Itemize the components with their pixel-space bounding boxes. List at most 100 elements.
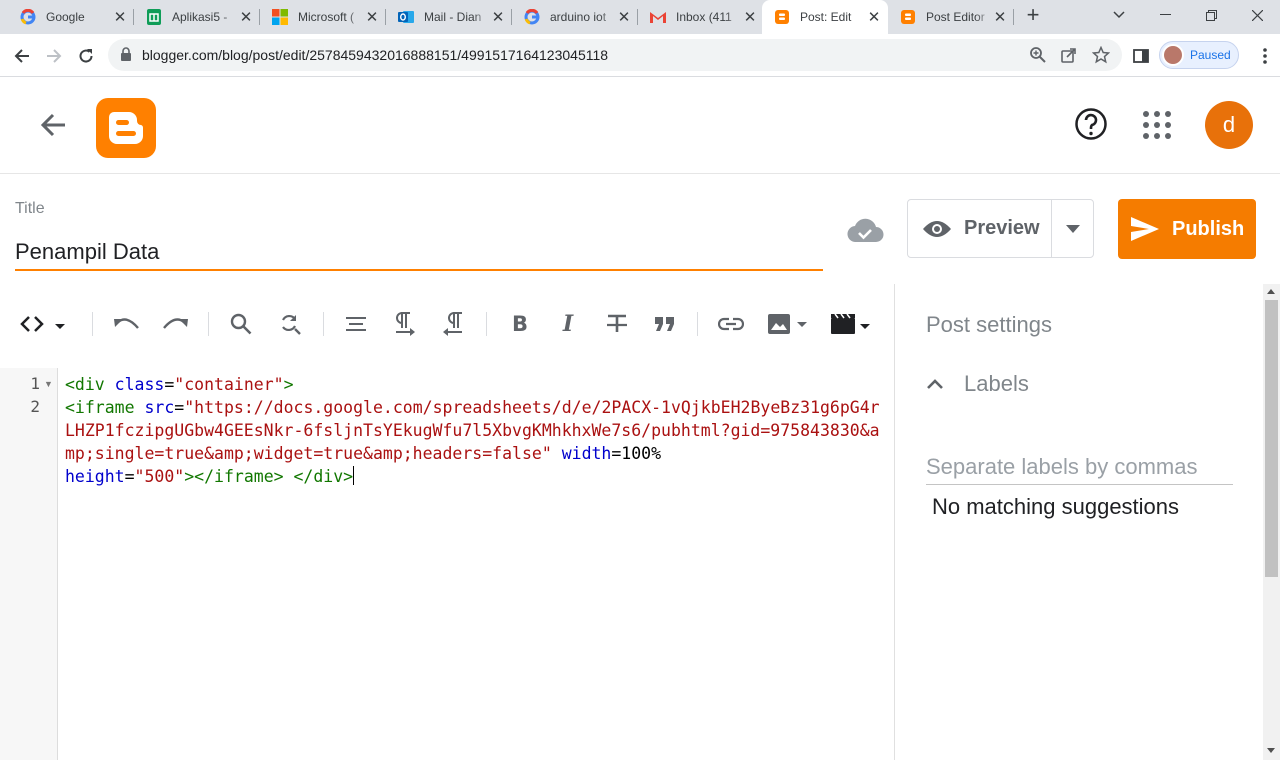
labels-header: Labels [964,371,1029,396]
eye-icon [923,220,951,237]
tab-title: Post Editor [926,10,985,24]
preview-button[interactable]: Preview [908,200,1051,257]
image-icon[interactable] [766,310,808,338]
html-view-icon[interactable] [18,310,66,338]
tab-close-icon[interactable]: ✕ [364,8,380,26]
bold-icon[interactable]: B [508,310,532,338]
google-icon [524,9,540,25]
blogger-logo[interactable] [96,98,156,158]
browser-tab[interactable]: arduino iot ✕ [512,0,638,34]
side-panel-icon[interactable] [1129,44,1153,68]
preview-dropdown-icon[interactable] [1051,200,1093,257]
sheets-icon [146,9,162,25]
close-window-icon[interactable] [1234,0,1280,30]
browser-tab[interactable]: Microsoft ( ✕ [260,0,386,34]
back-nav-icon[interactable] [10,44,34,68]
no-suggestions-text: No matching suggestions [932,494,1180,519]
address-bar[interactable]: blogger.com/blog/post/edit/2578459432016… [108,39,1122,71]
minimize-icon[interactable] [1142,0,1188,30]
post-settings-title: Post settings [926,312,1052,337]
lock-icon[interactable] [120,47,132,66]
user-avatar[interactable]: d [1205,101,1253,149]
chevron-up-icon [927,379,943,389]
apps-grid-icon[interactable] [1143,111,1171,139]
new-tab-icon[interactable]: + [1010,0,1056,30]
tab-title: Aplikasi5 - [172,10,228,24]
code-content[interactable]: <div class="container"> <iframe src="htt… [65,373,880,488]
line-number: 2 [30,397,40,416]
ltr-paragraph-icon[interactable] [392,310,418,338]
zoom-icon[interactable] [1029,46,1047,69]
preview-label: Preview [964,217,1040,239]
gmail-icon [650,9,666,25]
publish-button[interactable]: Publish [1118,199,1256,259]
tab-close-icon[interactable]: ✕ [112,8,128,26]
back-arrow-icon[interactable] [38,110,68,145]
post-title-input[interactable] [15,234,823,271]
microsoft-icon [272,9,288,25]
tab-title: Mail - Dian [424,10,482,24]
tab-title: Inbox (411 [676,10,732,24]
preview-button-group: Preview [907,199,1094,258]
tab-title: Post: Edit [800,10,852,24]
labels-input[interactable] [926,450,1233,485]
labels-section-toggle[interactable]: Labels [926,371,1029,397]
tab-title: Google [46,10,85,24]
tab-close-icon[interactable]: ✕ [490,8,506,26]
tab-close-icon[interactable]: ✕ [992,8,1008,26]
tab-close-icon[interactable]: ✕ [238,8,254,26]
send-icon [1131,217,1159,241]
browser-tab[interactable]: Post Editor ✕ [888,0,1014,34]
fold-arrow-icon[interactable]: ▼ [44,379,53,389]
tab-title: Microsoft ( [298,10,355,24]
forward-nav-icon[interactable] [42,44,66,68]
profile-status: Paused [1190,48,1231,62]
profile-button[interactable]: Paused [1159,41,1239,69]
scrollbar-thumb[interactable] [1265,300,1278,577]
blogger-icon [900,9,916,25]
publish-label: Publish [1172,217,1245,240]
scrollbar[interactable] [1263,284,1280,760]
outlook-icon [398,9,414,25]
browser-toolbar: blogger.com/blog/post/edit/2578459432016… [0,34,1280,77]
search-icon[interactable] [228,310,254,338]
restore-icon[interactable] [1188,0,1234,30]
quote-icon[interactable] [652,310,678,338]
share-icon[interactable] [1060,46,1078,69]
italic-icon[interactable]: I [556,310,580,338]
html-code-editor[interactable]: 1 ▼ 2 <div class="container"> <iframe sr… [0,368,893,760]
browser-tab[interactable]: Aplikasi5 - ✕ [134,0,260,34]
redo-icon[interactable] [161,310,189,338]
line-number: 1 [30,374,40,393]
help-icon[interactable] [1074,107,1108,146]
browser-tab-active[interactable]: Post: Edit ✕ [762,0,888,34]
align-icon[interactable] [343,310,369,338]
text-cursor [353,466,355,485]
url-text[interactable]: blogger.com/blog/post/edit/2578459432016… [142,47,608,63]
rtl-paragraph-icon[interactable] [440,310,466,338]
browser-tab[interactable]: Mail - Dian ✕ [386,0,512,34]
browser-tab[interactable]: Inbox (411 ✕ [638,0,764,34]
video-icon[interactable] [829,310,871,338]
editor-toolbar: B I [0,300,893,350]
blogger-icon [774,9,790,25]
link-icon[interactable] [717,310,745,338]
post-settings-panel: Post settings Labels No matching suggest… [895,284,1263,760]
title-label: Title [15,200,45,217]
bookmark-star-icon[interactable] [1091,45,1111,69]
undo-icon[interactable] [113,310,141,338]
tab-close-icon[interactable]: ✕ [616,8,632,26]
reload-icon[interactable] [74,44,98,68]
tab-search-icon[interactable] [1096,0,1142,30]
tab-close-icon[interactable]: ✕ [866,8,882,26]
browser-menu-icon[interactable] [1253,44,1277,68]
scroll-up-icon[interactable] [1267,289,1275,294]
strikethrough-icon[interactable] [604,310,630,338]
browser-tab[interactable]: Google ✕ [8,0,134,34]
tab-close-icon[interactable]: ✕ [742,8,758,26]
google-icon [20,9,36,25]
find-replace-icon[interactable] [277,310,303,338]
scroll-down-icon[interactable] [1267,748,1275,753]
profile-avatar [1162,44,1184,66]
line-number-gutter: 1 ▼ 2 [0,368,58,760]
